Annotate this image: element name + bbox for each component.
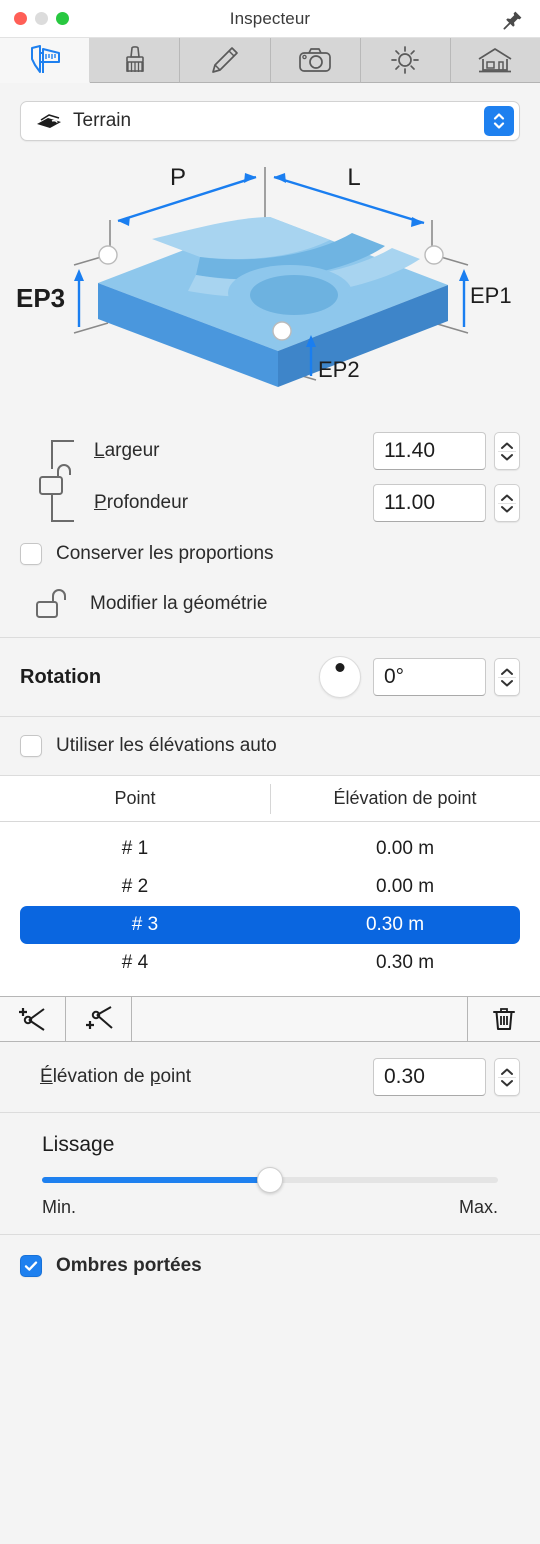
points-table: Point Élévation de point # 1 0.00 m # 2 … bbox=[0, 776, 540, 982]
row-elevation: 0.00 m bbox=[375, 838, 435, 859]
rotation-dial[interactable] bbox=[319, 656, 361, 698]
smoothing-min-label: Min. bbox=[42, 1197, 77, 1217]
auto-elevations-checkbox[interactable] bbox=[20, 735, 42, 757]
edit-geometry-row[interactable]: Modifier la géométrie bbox=[0, 579, 540, 637]
table-row[interactable]: # 2 0.00 m bbox=[0, 868, 540, 906]
tab-building[interactable] bbox=[450, 38, 540, 83]
smoothing-title: Lissage bbox=[42, 1133, 115, 1156]
shadows-checkbox[interactable] bbox=[20, 1255, 42, 1277]
trash-icon bbox=[493, 1008, 515, 1030]
smoothing-range-labels: Min. Max. bbox=[42, 1197, 498, 1218]
rotation-label: Rotation bbox=[20, 665, 102, 688]
inspector-window: Inspecteur Terrain P L EP1 EP2 EP3 Large… bbox=[0, 0, 540, 1544]
point-elevation-input[interactable]: 0.30 bbox=[373, 1058, 486, 1096]
smoothing-section: Lissage Min. Max. bbox=[0, 1113, 540, 1234]
depth-stepper[interactable] bbox=[494, 484, 520, 522]
tab-annotate[interactable] bbox=[180, 38, 271, 83]
shadows-label: Ombres portées bbox=[56, 1255, 202, 1276]
table-row[interactable]: # 1 0.00 m bbox=[0, 830, 540, 868]
table-row[interactable]: # 4 0.30 m bbox=[0, 944, 540, 982]
row-point: # 2 bbox=[121, 876, 149, 897]
link-bracket-unlocked-icon[interactable] bbox=[32, 433, 84, 529]
object-popup-stepper[interactable] bbox=[484, 106, 514, 136]
house-icon bbox=[476, 45, 514, 75]
keep-proportions-label: Conserver les proportions bbox=[56, 543, 274, 564]
object-type-label: Terrain bbox=[73, 110, 132, 131]
tab-light[interactable] bbox=[360, 38, 451, 83]
smoothing-slider-knob[interactable] bbox=[257, 1167, 283, 1193]
caliper-icon bbox=[26, 45, 64, 75]
window-title: Inspecteur bbox=[229, 8, 311, 28]
row-elevation: 0.30 m bbox=[375, 952, 435, 973]
column-header-point: Point bbox=[114, 788, 156, 808]
keep-proportions-row[interactable]: Conserver les proportions bbox=[0, 529, 540, 579]
edit-geometry-label: Modifier la géométrie bbox=[90, 593, 268, 614]
diagram-label-ep3: EP3 bbox=[16, 283, 65, 313]
rotation-dial-indicator bbox=[335, 663, 345, 672]
row-elevation: 0.00 m bbox=[375, 876, 435, 897]
smoothing-slider[interactable] bbox=[42, 1167, 498, 1193]
padlock-open-icon[interactable] bbox=[34, 589, 68, 619]
rotation-stepper[interactable] bbox=[494, 658, 520, 696]
smoothing-slider-fill bbox=[42, 1177, 270, 1183]
diagram-label-width: L bbox=[347, 164, 360, 191]
row-point: # 4 bbox=[121, 952, 149, 973]
diagram-label-ep1: EP1 bbox=[470, 283, 512, 308]
point-toolbar-spacer bbox=[132, 997, 468, 1041]
column-separator bbox=[270, 784, 271, 814]
tab-materials[interactable] bbox=[90, 38, 181, 83]
depth-label: Profondeur bbox=[94, 492, 189, 513]
delete-point-button[interactable] bbox=[468, 997, 540, 1041]
inspector-tab-bar bbox=[0, 38, 540, 83]
add-vertex-below-icon bbox=[85, 1006, 113, 1029]
add-point-after-button[interactable] bbox=[66, 997, 132, 1041]
row-elevation: 0.30 m bbox=[365, 914, 425, 935]
point-elevation-label: Élévation de point bbox=[40, 1066, 192, 1087]
point-elevation-stepper[interactable] bbox=[494, 1058, 520, 1096]
diagram-label-depth: P bbox=[170, 164, 186, 191]
auto-elevations-label: Utiliser les élévations auto bbox=[56, 735, 277, 756]
terrain-layers-icon bbox=[35, 111, 63, 131]
width-row: Largeur 11.40 bbox=[20, 425, 520, 477]
points-table-header: Point Élévation de point bbox=[0, 776, 540, 822]
keep-proportions-checkbox[interactable] bbox=[20, 543, 42, 565]
dimensions-section: Largeur 11.40 Profondeur 11.00 bbox=[0, 405, 540, 529]
rotation-input[interactable]: 0° bbox=[373, 658, 486, 696]
width-label: Largeur bbox=[94, 440, 160, 461]
tab-measure[interactable] bbox=[0, 38, 91, 83]
shadows-row[interactable]: Ombres portées bbox=[0, 1235, 540, 1291]
row-point: # 1 bbox=[121, 838, 149, 859]
camera-icon bbox=[297, 45, 333, 75]
width-stepper[interactable] bbox=[494, 432, 520, 470]
smoothing-max-label: Max. bbox=[458, 1197, 498, 1217]
title-bar: Inspecteur bbox=[0, 0, 540, 38]
point-toolbar bbox=[0, 996, 540, 1042]
row-point: # 3 bbox=[131, 914, 159, 935]
table-row[interactable]: # 3 0.30 m bbox=[20, 906, 520, 944]
tab-camera[interactable] bbox=[270, 38, 361, 83]
rotation-row: Rotation 0° bbox=[0, 638, 540, 716]
sun-icon bbox=[388, 45, 422, 75]
depth-input[interactable]: 11.00 bbox=[373, 484, 486, 522]
diagram-label-ep2: EP2 bbox=[318, 357, 360, 382]
object-popup-wrapper: Terrain bbox=[0, 83, 540, 155]
width-input[interactable]: 11.40 bbox=[373, 432, 486, 470]
pushpin-icon[interactable] bbox=[502, 9, 524, 31]
object-type-popup[interactable]: Terrain bbox=[20, 101, 520, 141]
add-point-before-button[interactable] bbox=[0, 997, 66, 1041]
pencil-icon bbox=[208, 45, 242, 75]
terrain-dimension-diagram: P L EP1 EP2 EP3 bbox=[16, 164, 512, 387]
brush-icon bbox=[118, 45, 152, 75]
auto-elevations-row[interactable]: Utiliser les élévations auto bbox=[0, 717, 540, 775]
depth-row: Profondeur 11.00 bbox=[20, 477, 520, 529]
add-vertex-above-icon bbox=[18, 1008, 45, 1031]
point-elevation-row: Élévation de point 0.30 bbox=[0, 1042, 540, 1112]
column-header-elevation: Élévation de point bbox=[333, 788, 477, 808]
